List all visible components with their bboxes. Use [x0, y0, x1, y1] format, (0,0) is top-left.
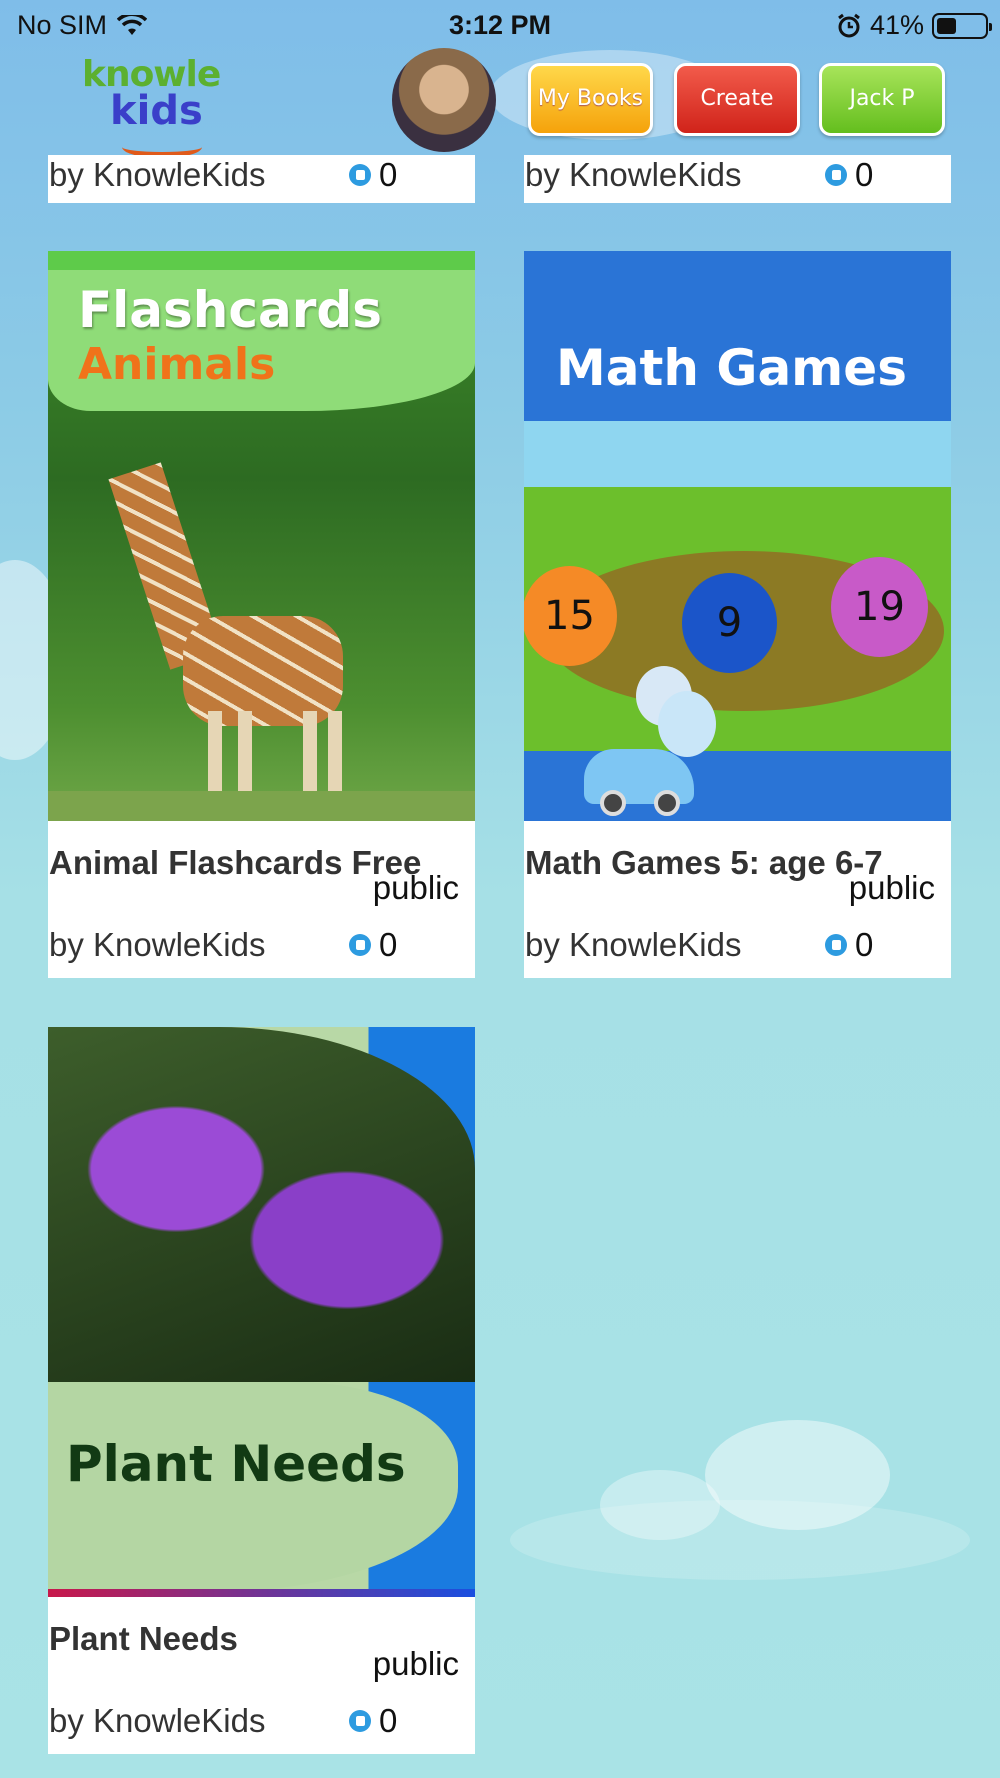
- book-author: by KnowleKids: [49, 156, 266, 193]
- book-visibility: public: [372, 1645, 459, 1682]
- book-card-partial[interactable]: by KnowleKids 0: [48, 155, 475, 203]
- likes-count: 0: [379, 156, 398, 193]
- cover-flower-photo: [48, 1027, 475, 1382]
- book-card-math-games[interactable]: Math Games 15 9 19 Math Games 5: age 6-7…: [524, 251, 951, 978]
- book-card-plant-needs[interactable]: Plant Needs Plant Needs public by Knowle…: [48, 1027, 475, 1754]
- thumbs-up-icon: [349, 164, 371, 186]
- thumbs-up-icon: [825, 164, 847, 186]
- thumbs-up-icon: [349, 1710, 371, 1732]
- car-wheel: [654, 790, 680, 816]
- car-wheel: [600, 790, 626, 816]
- battery-level: [937, 17, 956, 34]
- cover-title: Math Games: [556, 339, 907, 397]
- likes-count: 0: [855, 156, 874, 193]
- book-likes[interactable]: 0: [825, 926, 873, 964]
- book-card-animal-flashcards[interactable]: Flashcards Animals Animal Flashcards Fre…: [48, 251, 475, 978]
- balloon: 9: [682, 573, 777, 673]
- giraffe-body: [183, 616, 343, 726]
- book-author: by KnowleKids: [49, 926, 266, 963]
- book-author: by KnowleKids: [525, 926, 742, 963]
- user-avatar[interactable]: [392, 48, 496, 152]
- book-title: Animal Flashcards Free: [49, 844, 422, 881]
- book-author: by KnowleKids: [49, 1702, 266, 1739]
- cover-title-line1: Flashcards: [78, 281, 382, 339]
- alarm-icon: [838, 13, 860, 37]
- book-visibility: public: [372, 869, 459, 906]
- knowlekids-logo[interactable]: knowle kids: [82, 54, 232, 158]
- book-likes[interactable]: 0: [349, 156, 397, 194]
- thumbs-up-icon: [825, 934, 847, 956]
- car: [584, 749, 694, 816]
- user-button[interactable]: Jack P: [819, 63, 945, 136]
- my-books-button[interactable]: My Books: [528, 63, 653, 136]
- cover-title: Plant Needs: [66, 1435, 406, 1493]
- background-cloud: [600, 1470, 720, 1540]
- thumbs-up-icon: [349, 934, 371, 956]
- likes-count: 0: [379, 1702, 398, 1739]
- balloon: 19: [831, 557, 928, 657]
- book-likes[interactable]: 0: [349, 1702, 397, 1740]
- book-likes[interactable]: 0: [825, 156, 873, 194]
- book-title: Math Games 5: age 6-7: [525, 844, 883, 881]
- battery-icon: [932, 12, 992, 39]
- book-cover[interactable]: Flashcards Animals: [48, 251, 475, 821]
- book-title: Plant Needs: [49, 1620, 238, 1657]
- logo-line2: kids: [110, 88, 203, 134]
- cover-strip: [48, 1589, 475, 1597]
- small-balloon: [658, 691, 716, 757]
- book-card-partial[interactable]: by KnowleKids 0: [524, 155, 951, 203]
- battery-percent: 41%: [869, 10, 924, 40]
- book-cover[interactable]: Math Games 15 9 19: [524, 251, 951, 821]
- background-cloud: [705, 1420, 890, 1530]
- book-visibility: public: [848, 869, 935, 906]
- book-author: by KnowleKids: [525, 156, 742, 193]
- grass: [48, 791, 475, 821]
- balloon: 15: [524, 566, 617, 666]
- likes-count: 0: [855, 926, 874, 963]
- status-bar: No SIM 3:12 PM 41%: [0, 0, 1000, 50]
- create-button[interactable]: Create: [674, 63, 800, 136]
- book-cover[interactable]: Plant Needs: [48, 1027, 475, 1597]
- cover-title-line2: Animals: [78, 339, 276, 390]
- likes-count: 0: [379, 926, 398, 963]
- book-likes[interactable]: 0: [349, 926, 397, 964]
